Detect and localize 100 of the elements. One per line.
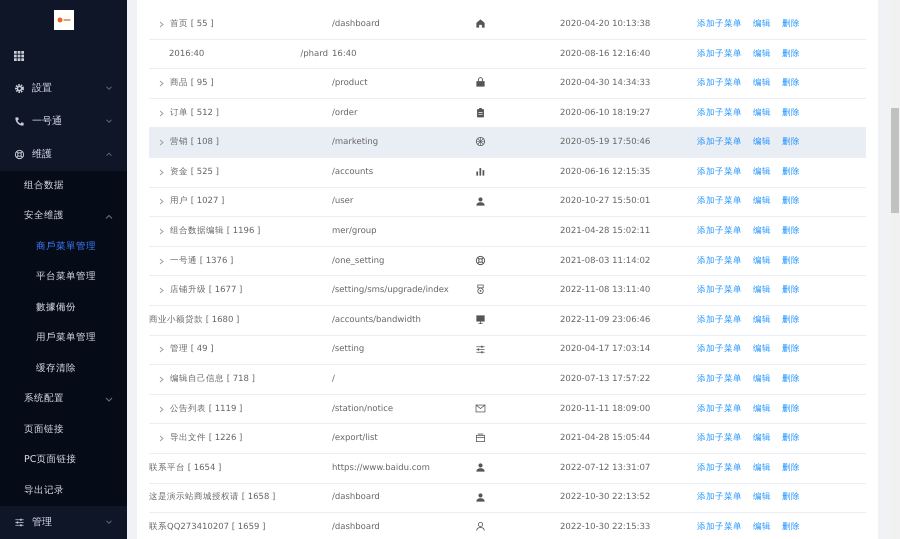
expand-icon[interactable] [159,287,164,294]
action-link[interactable]: 编辑 [753,108,771,118]
action-link[interactable]: 编辑 [753,285,771,296]
table-cell-text: /export/list [332,432,379,445]
menu-name: 联系QQ273410207 [ 1659 ] [149,521,266,534]
table-cell-text: 2020-10-27 15:50:01 [560,195,652,208]
sidebar-item[interactable]: 管理 [0,506,127,539]
table-cell-text: 2021-04-28 15:02:11 [560,225,652,238]
sidebar-item[interactable]: 安全维護 [0,201,127,232]
action-link[interactable]: 删除 [782,285,800,296]
action-link[interactable]: 添加子菜单 [697,462,742,473]
menu-name: 营销 [ 108 ] [170,136,219,150]
expand-icon[interactable] [159,198,164,206]
expand-icon[interactable] [159,435,164,442]
sidebar-item[interactable]: 缓存清除 [0,354,127,384]
expand-icon[interactable] [159,168,164,176]
scrollbar[interactable] [890,0,900,539]
action-link[interactable]: 删除 [782,374,800,384]
action-link[interactable]: 添加子菜单 [697,226,742,236]
sidebar-item[interactable]: 數據備份 [0,292,127,324]
expand-icon[interactable] [159,406,164,413]
action-link[interactable]: 添加子菜单 [697,285,742,296]
menu-name: 2016:40 [169,48,204,60]
action-link[interactable]: 编辑 [753,78,771,88]
action-link[interactable]: 编辑 [753,522,771,532]
action-link[interactable]: 删除 [782,344,800,354]
table-cell-text: 16:40 [332,48,358,60]
action-link[interactable]: 编辑 [753,196,771,206]
action-link[interactable]: 添加子菜单 [697,196,742,206]
sidebar-item[interactable]: 组合数据 [0,170,127,202]
action-link[interactable]: 添加子菜单 [697,256,742,266]
table-cell-text: /dashboard [332,18,381,31]
action-link[interactable]: 删除 [782,137,800,148]
expand-icon[interactable] [159,376,164,383]
action-link[interactable]: 添加子菜单 [697,48,742,59]
menu-name: 首页 [ 55 ] [170,18,214,31]
action-link[interactable]: 编辑 [753,137,771,148]
gear-icon [14,83,25,94]
action-link[interactable]: 编辑 [753,166,771,177]
action-link[interactable]: 编辑 [753,433,771,444]
expand-icon[interactable] [159,110,164,117]
action-link[interactable]: 编辑 [753,18,771,29]
sidebar-item[interactable]: PC页面链接 [0,445,127,476]
action-link[interactable]: 添加子菜单 [697,433,742,444]
table-cell-text: /accounts/bandwidth [332,314,422,327]
action-link[interactable]: 添加子菜单 [697,18,742,29]
action-link[interactable]: 编辑 [753,492,771,502]
menu-name: 组合数据编辑 [ 1196 ] [170,225,260,238]
path-text: /phard [300,48,328,60]
expand-icon[interactable] [159,228,164,235]
action-link[interactable]: 编辑 [753,314,771,325]
sidebar-item[interactable]: 商戶菜單管理 [0,232,127,262]
sidebar-item[interactable]: 一号通 [0,105,127,138]
action-link[interactable]: 删除 [782,256,800,266]
action-link[interactable]: 编辑 [753,344,771,354]
action-link[interactable]: 删除 [782,314,800,325]
expand-icon[interactable] [159,80,164,87]
action-link[interactable]: 添加子菜单 [697,78,742,88]
action-link[interactable]: 删除 [782,18,800,29]
action-link[interactable]: 添加子菜单 [697,314,742,325]
sidebar-item[interactable]: 用戶菜单管理 [0,323,127,354]
menu-name: 一号通 [ 1376 ] [170,254,234,268]
grid-icon[interactable] [14,51,24,62]
action-link[interactable]: 添加子菜单 [697,344,742,354]
sidebar-item[interactable]: 設置 [0,72,127,106]
action-link[interactable]: 添加子菜单 [697,492,742,502]
sidebar-item[interactable]: 页面链接 [0,414,127,446]
action-link[interactable]: 添加子菜单 [697,404,742,414]
action-link[interactable]: 添加子菜单 [697,108,742,118]
action-link[interactable]: 编辑 [753,404,771,414]
table-cell-text: /setting [332,343,366,356]
sidebar-item[interactable]: 导出记录 [0,476,127,506]
action-link[interactable]: 添加子菜单 [697,374,742,384]
expand-icon[interactable] [159,258,164,265]
action-link[interactable]: 删除 [782,492,800,502]
action-link[interactable]: 编辑 [753,462,771,473]
action-link[interactable]: 添加子菜单 [697,522,742,532]
action-link[interactable]: 编辑 [753,374,771,384]
table-cell-text: 2020-06-10 18:19:27 [560,106,652,120]
action-link[interactable]: 删除 [782,522,800,532]
action-link[interactable]: 编辑 [753,226,771,236]
action-link[interactable]: 删除 [782,78,800,88]
action-link[interactable]: 删除 [782,462,800,473]
expand-icon[interactable] [159,139,164,146]
action-link[interactable]: 添加子菜单 [697,137,742,148]
expand-icon[interactable] [159,20,164,28]
action-link[interactable]: 删除 [782,433,800,444]
sidebar-item[interactable]: 维護 [0,138,127,171]
action-link[interactable]: 编辑 [753,256,771,266]
sidebar-item[interactable]: 系统配置 [0,384,127,415]
action-link[interactable]: 添加子菜单 [697,166,742,177]
action-link[interactable]: 删除 [782,48,800,59]
action-link[interactable]: 编辑 [753,48,771,59]
action-link[interactable]: 删除 [782,196,800,206]
action-link[interactable]: 删除 [782,404,800,414]
sidebar-item[interactable]: 平台菜单管理 [0,262,127,293]
action-link[interactable]: 删除 [782,108,800,118]
expand-icon[interactable] [159,346,164,354]
action-link[interactable]: 删除 [782,226,800,236]
action-link[interactable]: 删除 [782,166,800,177]
